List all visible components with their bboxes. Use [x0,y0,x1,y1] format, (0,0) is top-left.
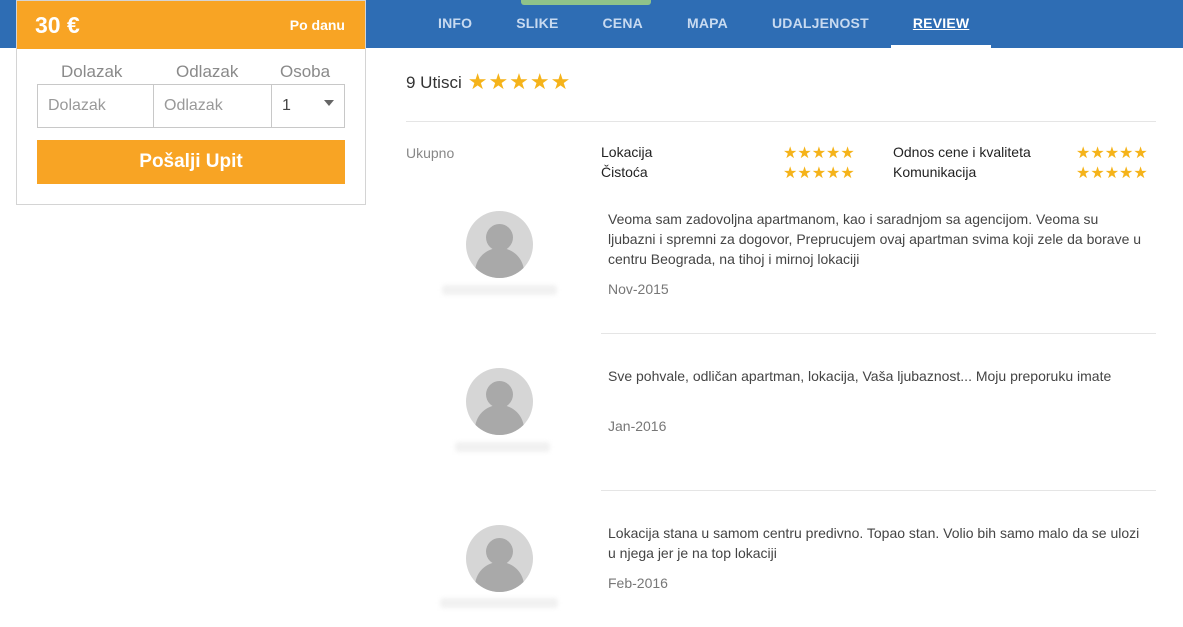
avatar [466,525,533,592]
review-date: Nov-2015 [608,281,669,297]
booking-box: 30 € Po danu Dolazak Odlazak Osoba Dolaz… [16,0,366,205]
category-stars-lokacija: ★★★★★ [783,143,855,162]
checkin-field[interactable]: Dolazak [38,85,154,127]
overall-label: Ukupno [406,145,455,161]
tab-slike[interactable]: SLIKE [494,0,580,48]
category-stars-cistoca: ★★★★★ [783,163,855,182]
tab-nav: INFO SLIKE CENA MAPA UDALJENOST REVIEW [416,0,992,48]
category-label-komunikacija: Komunikacija [893,164,977,180]
reviewer-name-blurred [455,442,550,452]
price-value: 30 € [35,11,80,38]
review-divider [601,490,1156,491]
review-date: Jan-2016 [608,418,667,434]
price-bar: 30 € Po danu [17,1,365,49]
tab-mapa[interactable]: MAPA [665,0,750,48]
tab-udaljenost[interactable]: UDALJENOST [750,0,891,48]
checkin-label: Dolazak [61,62,123,81]
booking-field-labels: Dolazak Odlazak Osoba [37,62,347,82]
reviews-summary: 9 Utisci ★★★★★ [406,70,571,95]
avatar [466,211,533,278]
category-label-cistoca: Čistoća [601,164,648,180]
review-date: Feb-2016 [608,575,668,591]
guests-value: 1 [282,97,291,114]
category-label-lokacija: Lokacija [601,144,653,160]
category-stars-komunikacija: ★★★★★ [1076,163,1148,182]
price-period: Po danu [289,17,345,33]
reviewer-name-blurred [442,285,557,295]
tab-cena[interactable]: CENA [580,0,664,48]
send-inquiry-button[interactable]: Pošalji Upit [37,140,345,184]
checkout-label: Odlazak [176,62,239,81]
booking-fields: Dolazak Odlazak 1 [37,84,345,128]
category-label-value: Odnos cene i kvaliteta [893,144,1031,160]
review-text: Veoma sam zadovoljna apartmanom, kao i s… [608,211,1142,267]
reviews-count: 9 Utisci [406,72,462,92]
avatar [466,368,533,435]
reviewer-name-blurred [440,598,558,608]
review-text: Sve pohvale, odličan apartman, lokacija,… [608,368,1112,384]
chevron-down-icon [324,100,334,106]
summary-stars: ★★★★★ [467,70,572,95]
divider [406,121,1156,122]
review-divider [601,333,1156,334]
guests-select[interactable]: 1 [272,85,344,127]
review-text: Lokacija stana u samom centru predivno. … [608,525,1140,561]
checkout-field[interactable]: Odlazak [154,85,272,127]
category-stars-value: ★★★★★ [1076,143,1148,162]
guests-label: Osoba [280,62,331,81]
tab-review[interactable]: REVIEW [890,0,992,48]
tab-info[interactable]: INFO [416,0,494,48]
